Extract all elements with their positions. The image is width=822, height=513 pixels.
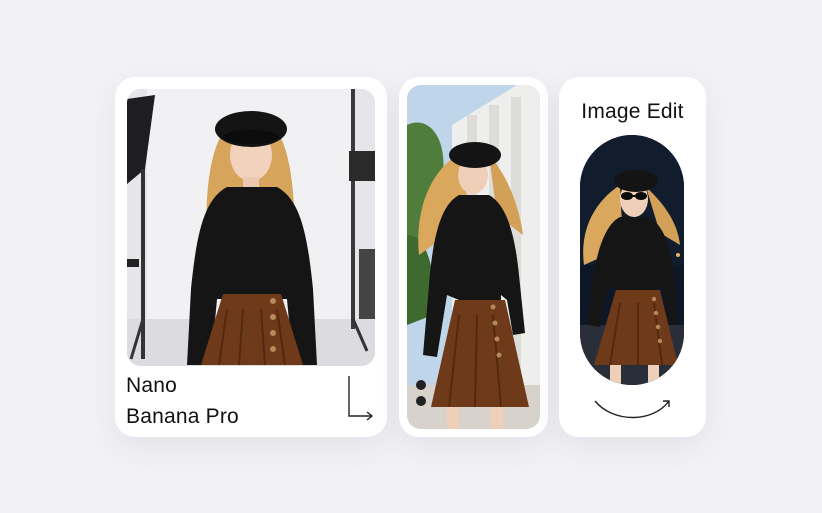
nano-banana-pro-card[interactable]: Nano Banana Pro (115, 77, 387, 437)
curved-arrow-icon (594, 400, 670, 419)
nano-banana-pro-title: Nano Banana Pro (126, 370, 326, 432)
image-edit-card[interactable]: Image Edit (559, 77, 706, 437)
image-edit-title: Image Edit (581, 100, 684, 123)
title-line-banana-pro: Banana Pro (126, 405, 239, 428)
night-portrait-image (580, 135, 684, 385)
street-portrait-image (407, 85, 540, 429)
street-photo-card[interactable] (399, 77, 548, 437)
corner-down-right-arrow-icon (348, 376, 374, 421)
title-line-nano: Nano (126, 374, 178, 397)
studio-portrait-image (127, 89, 375, 366)
